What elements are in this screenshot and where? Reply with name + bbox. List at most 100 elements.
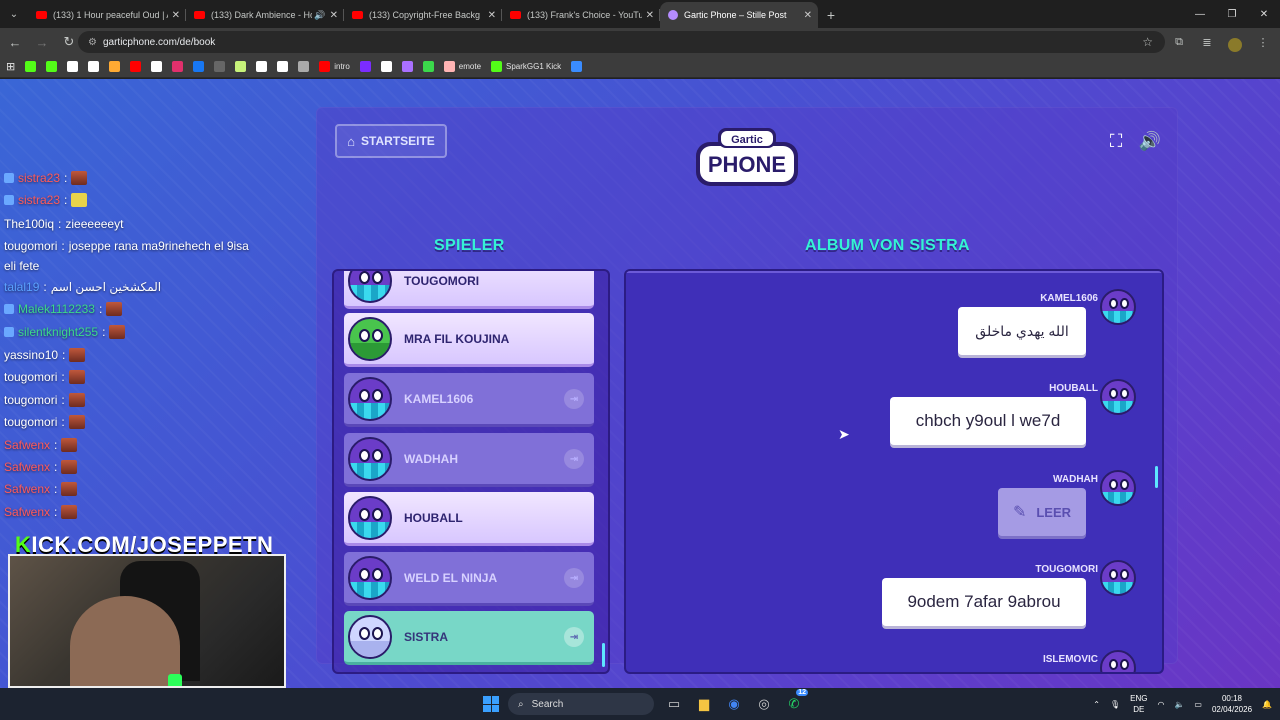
taskbar-search-label: Search	[531, 698, 564, 710]
chat-message: sistra23:	[4, 193, 88, 207]
media-controls-icon[interactable]: ≣	[1196, 30, 1218, 54]
tab-search-menu-button[interactable]: ⌄	[0, 0, 28, 28]
bookmark-item[interactable]	[25, 61, 37, 72]
site-info-icon[interactable]: ⚙	[88, 37, 97, 48]
chat-separator: :	[54, 438, 58, 452]
album-entry-text: chbch y9oul l we7d	[915, 411, 1061, 430]
speaker-icon[interactable]: 🔈	[1174, 700, 1184, 709]
windows-start-icon[interactable]	[483, 696, 499, 712]
task-view-icon[interactable]: ▭	[662, 692, 686, 716]
chrome-icon[interactable]: ◉	[722, 692, 746, 716]
player-row[interactable]: WADHAH ⇥	[344, 433, 594, 487]
kick-player-icon[interactable]: ⇥	[564, 449, 584, 469]
player-row[interactable]: MRA FIL KOUJINA	[344, 313, 594, 367]
audio-playing-icon[interactable]: 🔊	[314, 10, 325, 21]
player-list[interactable]: TOUGOMORI MRA FIL KOUJINA KAMEL1606 ⇥ WADHAH…	[332, 269, 610, 674]
kick-player-icon[interactable]: ⇥	[564, 568, 584, 588]
apps-grid-icon[interactable]: ⊞	[6, 60, 15, 73]
player-row[interactable]: TOUGOMORI	[344, 271, 594, 309]
player-row[interactable]: HOUBALL	[344, 492, 594, 546]
new-tab-button[interactable]: +	[818, 2, 844, 28]
game-frame: ⌂ STARTSEITE Gartic PHONE ⛶ 🔊 SPIELER AL…	[316, 107, 1178, 674]
album-entry-bubble: 9odem 7afar 9abrou	[882, 578, 1086, 626]
browser-tab[interactable]: (133) Frank's Choice - YouTube ✕	[502, 2, 660, 28]
emote-icon	[68, 393, 85, 407]
bookmark-item[interactable]	[46, 61, 58, 72]
battery-icon[interactable]: ▭	[1194, 700, 1202, 709]
browser-tab[interactable]: (133) 1 Hour peaceful Oud | Ar ✕	[28, 2, 186, 28]
close-tab-icon[interactable]: ✕	[488, 10, 496, 21]
bookmark-item[interactable]	[88, 61, 100, 72]
player-row[interactable]: SISTRA ⇥	[344, 611, 594, 665]
bookmark-item[interactable]	[401, 61, 413, 72]
player-row[interactable]: KAMEL1606 ⇥	[344, 373, 594, 427]
bookmark-favicon-icon	[46, 61, 58, 72]
player-row[interactable]: WELD EL NINJA ⇥	[344, 552, 594, 606]
close-tab-icon[interactable]: ✕	[172, 10, 180, 21]
browser-tab[interactable]: Gartic Phone – Stille Post ✕	[660, 2, 818, 28]
bookmark-item[interactable]	[193, 61, 205, 72]
obs-icon[interactable]: ◎	[752, 692, 776, 716]
bookmark-item[interactable]	[422, 61, 434, 72]
avatar-body	[350, 521, 390, 538]
maximize-icon[interactable]: ❐	[1216, 0, 1248, 28]
avatar-eye	[372, 626, 383, 640]
home-button[interactable]: ⌂ STARTSEITE	[335, 124, 447, 158]
clock[interactable]: 00:18 02/04/2026	[1212, 693, 1252, 715]
extensions-icon[interactable]: ⧉	[1168, 30, 1190, 54]
fullscreen-icon[interactable]: ⛶	[1104, 129, 1128, 153]
bookmark-label: emote	[458, 62, 482, 71]
bookmark-item[interactable]	[256, 61, 268, 72]
album-scrollbar[interactable]	[1155, 466, 1158, 488]
bookmark-label: intro	[334, 62, 350, 71]
bookmark-item[interactable]	[298, 61, 310, 72]
bookmark-item[interactable]	[380, 61, 392, 72]
close-tab-icon[interactable]: ✕	[804, 10, 812, 21]
kick-player-icon[interactable]: ⇥	[564, 627, 584, 647]
bookmark-item[interactable]	[109, 61, 121, 72]
album-entry-author: ISLEMOVIC	[1042, 654, 1098, 665]
wifi-icon[interactable]: ◠	[1157, 700, 1164, 709]
browser-tab[interactable]: (133) Dark Ambience - Hor 🔊 ✕	[186, 2, 344, 28]
player-list-scrollbar[interactable]	[602, 643, 605, 667]
kick-player-icon[interactable]: ⇥	[564, 389, 584, 409]
bookmark-item[interactable]: intro	[319, 61, 350, 72]
bookmark-item[interactable]	[359, 61, 371, 72]
microphone-icon[interactable]: 🎙	[1110, 700, 1120, 709]
bookmark-star-icon[interactable]: ☆	[1142, 35, 1153, 49]
whatsapp-icon[interactable]: ✆ 12	[782, 689, 808, 716]
minimize-icon[interactable]: —	[1184, 0, 1216, 28]
bookmark-item[interactable]	[151, 61, 163, 72]
avatar-eye	[1120, 569, 1129, 580]
album-entry-bubble: chbch y9oul l we7d	[890, 397, 1086, 445]
album-panel[interactable]: KAMEL1606 الله يهدي ماخلق HOUBALL chbch y9o…	[624, 269, 1164, 674]
avatar-eye	[1120, 388, 1129, 399]
kebab-menu-icon[interactable]: ⋮	[1252, 30, 1274, 54]
forward-icon[interactable]: →	[30, 30, 54, 54]
close-tab-icon[interactable]: ✕	[646, 10, 654, 21]
file-explorer-icon[interactable]: ▆	[692, 692, 716, 716]
browser-tab[interactable]: (133) Copyright-Free Backg ✕	[344, 2, 502, 28]
language-indicator[interactable]: ENG DE	[1130, 693, 1147, 715]
taskbar: ⌕ Search ▭ ▆ ◉ ◎ ✆ 12 ⌃ 🎙 ENG DE ◠ 🔈 ▭ 00…	[0, 688, 1280, 720]
notifications-icon[interactable]: 🔔	[1262, 700, 1272, 709]
close-tab-icon[interactable]: ✕	[330, 10, 338, 21]
taskbar-search[interactable]: ⌕ Search	[508, 693, 654, 715]
profile-avatar[interactable]	[1224, 30, 1246, 54]
bookmark-item[interactable]	[214, 61, 226, 72]
bookmark-item[interactable]: SparkGG1 Kick	[491, 61, 561, 72]
bookmark-item[interactable]	[277, 61, 289, 72]
bookmark-item[interactable]	[571, 61, 583, 72]
bookmark-item[interactable]	[235, 61, 247, 72]
bookmark-item[interactable]	[67, 61, 79, 72]
bookmark-item[interactable]: emote	[443, 61, 482, 72]
bookmark-favicon-icon	[67, 61, 79, 72]
bookmark-item[interactable]	[130, 61, 142, 72]
bookmark-label: SparkGG1 Kick	[506, 62, 562, 71]
close-window-icon[interactable]: ✕	[1248, 0, 1280, 28]
back-icon[interactable]: ←	[3, 30, 27, 54]
volume-icon[interactable]: 🔊	[1138, 129, 1162, 153]
address-bar[interactable]: ⚙ garticphone.com/de/book ☆	[78, 31, 1165, 53]
bookmark-item[interactable]	[172, 61, 184, 72]
tray-overflow-icon[interactable]: ⌃	[1093, 700, 1100, 709]
